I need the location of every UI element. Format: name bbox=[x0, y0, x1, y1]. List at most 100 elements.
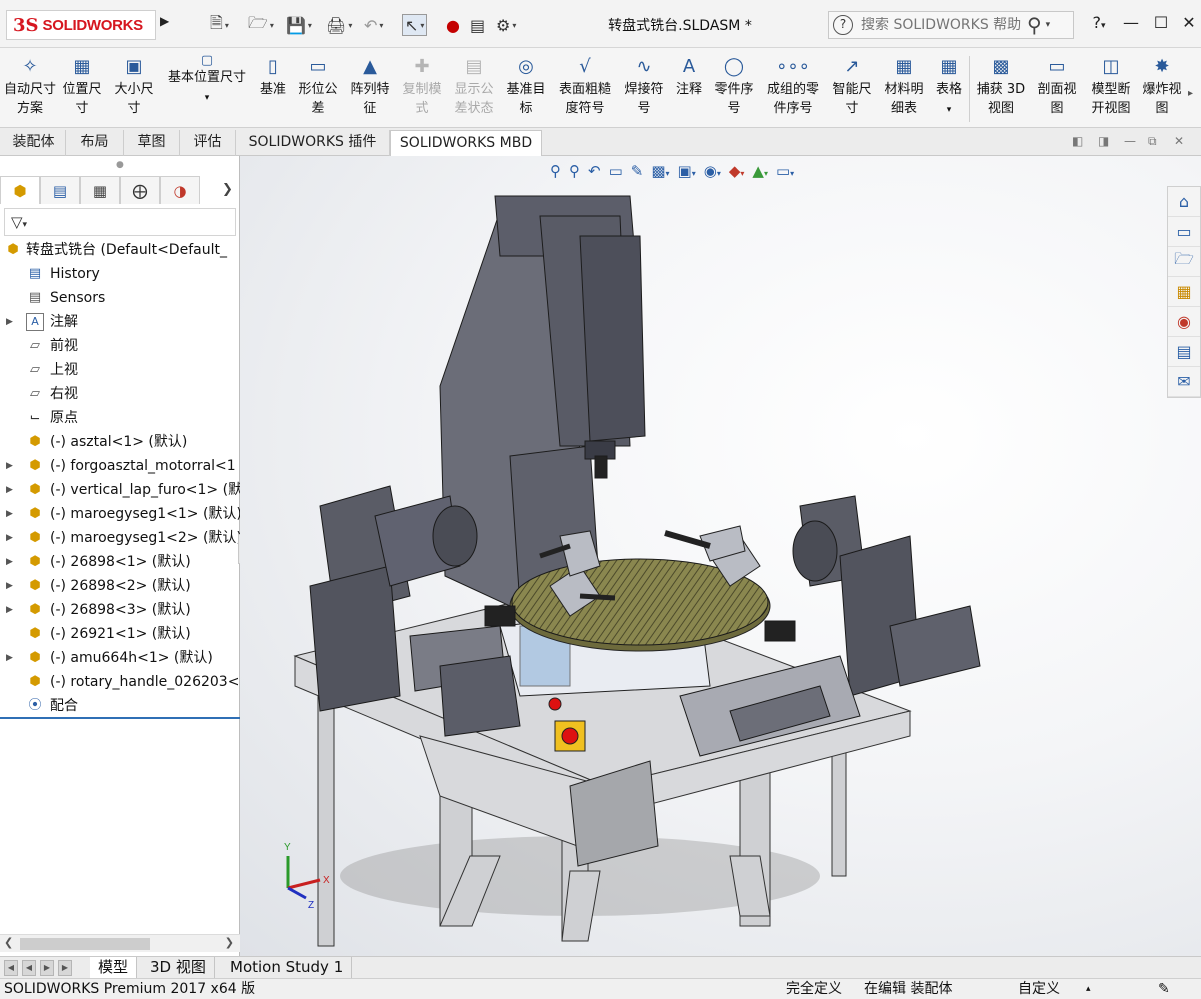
tree-item-mates[interactable]: ⦿ 配合 bbox=[0, 694, 240, 718]
units-selector[interactable]: 自定义 bbox=[1018, 979, 1060, 999]
save-icon[interactable]: 💾 ▾ bbox=[286, 14, 312, 36]
rebuild-icon[interactable]: ● bbox=[446, 14, 460, 36]
expand-arrow-icon[interactable]: ▶ bbox=[6, 478, 13, 502]
tab-solidworks-mbd[interactable]: SOLIDWORKS MBD bbox=[390, 130, 542, 156]
file-properties-icon[interactable]: ▤ bbox=[470, 14, 485, 36]
panel-grip-icon[interactable]: ● bbox=[116, 160, 124, 170]
section-view-button[interactable]: ▭ 剖面视图 bbox=[1032, 54, 1082, 124]
expand-arrow-icon[interactable]: ▶ bbox=[6, 550, 13, 574]
exploded-view-button[interactable]: ✸ 爆炸视图 bbox=[1140, 54, 1184, 124]
chevron-down-icon[interactable]: ▾ bbox=[947, 105, 952, 115]
tab-layout[interactable]: 布局 bbox=[66, 130, 124, 156]
property-manager-tab[interactable]: ▤ bbox=[40, 176, 80, 204]
tree-filter[interactable]: ▽▾ bbox=[4, 208, 236, 236]
tree-item-sensors[interactable]: ▤ Sensors bbox=[0, 286, 240, 310]
location-dimension-button[interactable]: ▦ 位置尺寸 bbox=[58, 54, 106, 124]
select-icon[interactable]: ↖ ▾ bbox=[402, 14, 428, 36]
tile-left-icon[interactable]: ◧ bbox=[1072, 134, 1083, 148]
new-document-icon[interactable]: 🗎 ▾ bbox=[210, 13, 229, 36]
design-library-icon[interactable]: ▭ bbox=[1168, 217, 1200, 247]
balloon-button[interactable]: ◯ 零件序号 bbox=[710, 54, 758, 124]
tree-item-component[interactable]: ▶ ⬢ (-) 26898<3> (默认) bbox=[0, 598, 240, 622]
tab-motion-study[interactable]: Motion Study 1 bbox=[222, 957, 353, 979]
configuration-manager-tab[interactable]: ▦ bbox=[80, 176, 120, 204]
dimxpert-tab[interactable]: ⨁ bbox=[120, 176, 160, 204]
tile-right-icon[interactable]: ◨ bbox=[1098, 134, 1109, 148]
tree-item-component[interactable]: ▶ ⬢ (-) vertical_lap_furo<1> (默 bbox=[0, 478, 240, 502]
last-tab-icon[interactable]: ▶ bbox=[58, 960, 72, 976]
horizontal-scrollbar[interactable]: ❮ ❯ bbox=[0, 934, 240, 952]
tab-sketch[interactable]: 草图 bbox=[124, 130, 180, 156]
expand-arrow-icon[interactable]: ▶ bbox=[6, 502, 13, 526]
tree-item-top-plane[interactable]: ▱ 上视 bbox=[0, 358, 240, 382]
datum-target-button[interactable]: ◎ 基准目标 bbox=[502, 54, 550, 124]
custom-properties-icon[interactable]: ▤ bbox=[1168, 337, 1200, 367]
print-icon[interactable]: 🖨 ▾ bbox=[326, 14, 352, 36]
graphics-area[interactable]: ⚲ ⚲ ↶ ▭ ✎ ▩▾ ▣▾ ◉▾ ◆▾ ▲▾ ▭▾ Y X Z bbox=[240, 156, 1201, 956]
ribbon-more-icon[interactable]: ▸ bbox=[1188, 88, 1193, 99]
expand-arrow-icon[interactable]: ▶ bbox=[6, 598, 13, 622]
search-help-box[interactable]: ? ⚲ ▾ bbox=[828, 11, 1074, 39]
tree-item-origin[interactable]: ⌙ 原点 bbox=[0, 406, 240, 430]
display-manager-tab[interactable]: ◑ bbox=[160, 176, 200, 204]
forum-icon[interactable]: ✉ bbox=[1168, 367, 1200, 397]
tree-item-front-plane[interactable]: ▱ 前视 bbox=[0, 334, 240, 358]
file-explorer-icon[interactable]: 🗁 bbox=[1168, 247, 1200, 277]
chevron-right-icon[interactable]: ❯ bbox=[222, 182, 233, 197]
scroll-right-icon[interactable]: ❯ bbox=[225, 936, 234, 949]
tree-item-component[interactable]: ⬢ (-) asztal<1> (默认) bbox=[0, 430, 240, 454]
expand-arrow-icon[interactable]: ▶ bbox=[6, 526, 13, 550]
assembly-model-render[interactable]: Y X Z bbox=[240, 156, 1201, 956]
weld-symbol-button[interactable]: ∿ 焊接符号 bbox=[620, 54, 668, 124]
chevron-up-icon[interactable]: ▴ bbox=[1086, 979, 1091, 999]
first-tab-icon[interactable]: ◀ bbox=[4, 960, 18, 976]
scroll-left-icon[interactable]: ❮ bbox=[4, 936, 13, 949]
expand-arrow-icon[interactable]: ▶ bbox=[6, 454, 13, 478]
help-menu-button[interactable]: ?▾ bbox=[1084, 13, 1114, 32]
capture-3d-view-button[interactable]: ▩ 捕获 3D 视图 bbox=[974, 54, 1028, 124]
tab-3d-views[interactable]: 3D 视图 bbox=[142, 957, 215, 979]
search-input[interactable] bbox=[861, 17, 1021, 33]
previous-tab-icon[interactable]: ◀ bbox=[22, 960, 36, 976]
restore-view-icon[interactable]: ⧉ bbox=[1148, 134, 1157, 149]
tree-root-assembly[interactable]: ⬢ 转盘式铣台 (Default<Default_ bbox=[0, 238, 240, 262]
scrollbar-thumb[interactable] bbox=[20, 938, 150, 950]
datum-button[interactable]: ▯ 基准 bbox=[256, 54, 290, 124]
open-icon[interactable]: 🗁 ▾ bbox=[248, 13, 274, 36]
size-dimension-button[interactable]: ▣ 大小尺寸 bbox=[110, 54, 158, 124]
expand-arrow-icon[interactable]: ▶ bbox=[6, 574, 13, 598]
smart-dimension-button[interactable]: ↗ 智能尺寸 bbox=[828, 54, 876, 124]
close-view-icon[interactable]: ✕ bbox=[1174, 134, 1184, 148]
tree-item-component[interactable]: ⬢ (-) 26921<1> (默认) bbox=[0, 622, 240, 646]
note-button[interactable]: A 注释 bbox=[672, 54, 706, 124]
undo-icon[interactable]: ↶ ▾ bbox=[364, 14, 383, 36]
quick-tips-icon[interactable]: ✎ bbox=[1158, 979, 1170, 999]
appearances-icon[interactable]: ◉ bbox=[1168, 307, 1200, 337]
solidworks-resources-icon[interactable]: ⌂ bbox=[1168, 187, 1200, 217]
tree-item-component[interactable]: ▶ ⬢ (-) maroegyseg1<1> (默认) bbox=[0, 502, 240, 526]
search-icon[interactable]: ⚲ bbox=[1027, 13, 1042, 37]
chevron-down-icon[interactable]: ▾ bbox=[1046, 20, 1051, 30]
view-palette-icon[interactable]: ▦ bbox=[1168, 277, 1200, 307]
tree-item-right-plane[interactable]: ▱ 右视 bbox=[0, 382, 240, 406]
tree-item-component[interactable]: ▶ ⬢ (-) amu664h<1> (默认) bbox=[0, 646, 240, 670]
surface-finish-button[interactable]: √ 表面粗糙度符号 bbox=[554, 54, 616, 124]
close-icon[interactable]: ✕ bbox=[1174, 13, 1201, 32]
tree-item-annotations[interactable]: ▶ A 注解 bbox=[0, 310, 240, 334]
options-icon[interactable]: ⚙ ▾ bbox=[496, 14, 516, 36]
pattern-feature-button[interactable]: ▲ 阵列特征 bbox=[346, 54, 394, 124]
stacked-balloon-button[interactable]: ∘∘∘ 成组的零件序号 bbox=[762, 54, 824, 124]
tab-model[interactable]: 模型 bbox=[90, 957, 138, 979]
tab-assembly[interactable]: 装配体 bbox=[2, 130, 66, 156]
tab-solidworks-addins[interactable]: SOLIDWORKS 插件 bbox=[236, 130, 390, 156]
bill-of-materials-button[interactable]: ▦ 材料明细表 bbox=[880, 54, 928, 124]
minimize-view-icon[interactable]: — bbox=[1124, 134, 1136, 148]
next-tab-icon[interactable]: ▶ bbox=[40, 960, 54, 976]
tree-item-component[interactable]: ▶ ⬢ (-) maroegyseg1<2> (默认) bbox=[0, 526, 240, 550]
basic-location-dimension-button[interactable]: ▢ 基本位置尺寸 ▾ bbox=[162, 54, 252, 124]
table-button[interactable]: ▦ 表格 ▾ bbox=[932, 54, 966, 124]
feature-manager-tab[interactable]: ⬢ bbox=[0, 176, 40, 204]
expand-arrow-icon[interactable]: ▶ bbox=[6, 310, 13, 334]
model-break-view-button[interactable]: ◫ 模型断开视图 bbox=[1086, 54, 1136, 124]
tree-item-component[interactable]: ⬢ (-) rotary_handle_026203< bbox=[0, 670, 240, 694]
